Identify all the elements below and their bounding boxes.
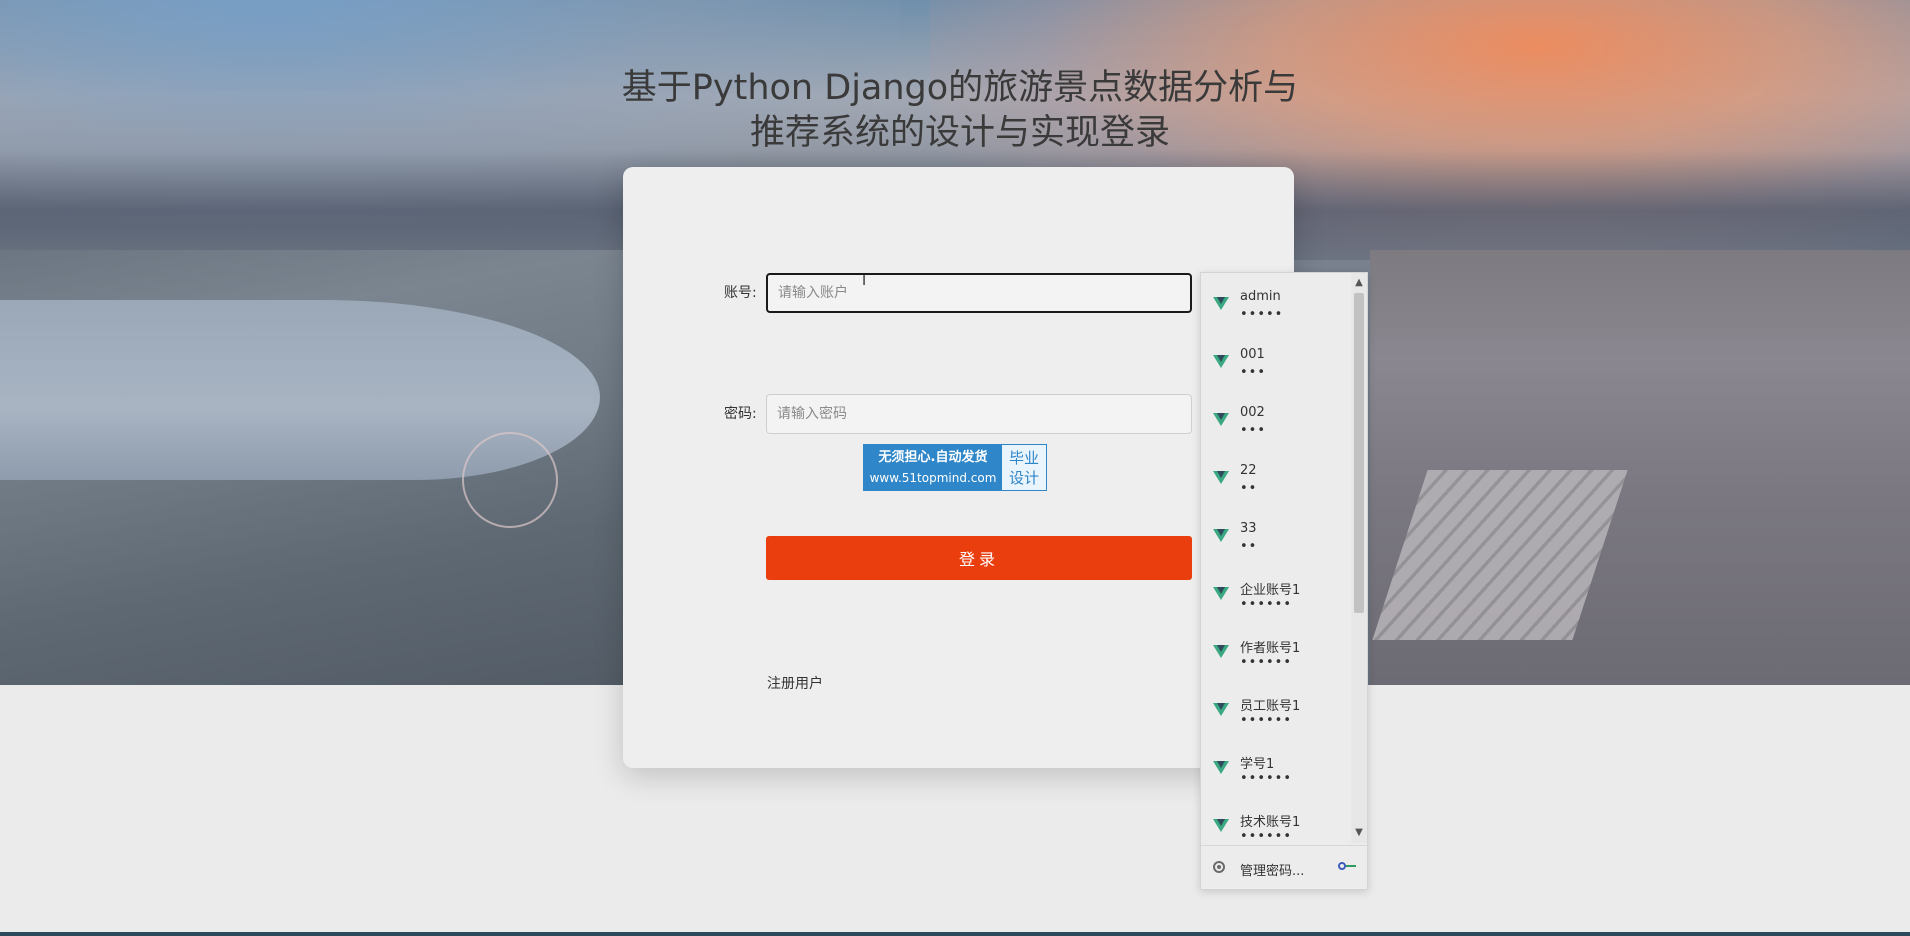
saved-username: 员工账号1 [1240,699,1301,714]
key-ring [1338,862,1346,870]
promo-tag-line2: 设计 [1008,469,1039,487]
saved-username: 002 [1240,405,1265,420]
register-link[interactable]: 注册用户 [767,673,823,693]
account-input[interactable] [766,273,1192,313]
scroll-down-icon[interactable]: ▼ [1351,825,1367,841]
saved-username: 学号1 [1240,757,1275,772]
promo-url: www.51topmind.com [869,471,997,485]
saved-credential-item[interactable]: admin ••••• [1201,277,1351,335]
vue-logo-icon [1213,819,1229,832]
promo-badge[interactable]: 无须担心.自动发货 www.51topmind.com 毕业 设计 [863,444,1047,491]
saved-password-mask: •• [1240,481,1258,496]
saved-credential-item[interactable]: 员工账号1 •••••• [1201,683,1351,741]
saved-username: 作者账号1 [1240,641,1301,656]
saved-credential-item[interactable]: 002 ••• [1201,393,1351,451]
manage-passwords-row[interactable]: 管理密码... [1201,845,1367,890]
key-shaft [1346,865,1356,867]
saved-credential-item[interactable]: 33 •• [1201,509,1351,567]
chrome-icon [1213,861,1225,873]
vue-logo-icon [1213,471,1229,484]
promo-badge-tag: 毕业 设计 [1002,445,1046,490]
saved-username: 企业账号1 [1240,583,1301,598]
vue-logo-icon [1213,297,1229,310]
vue-logo-icon [1213,587,1229,600]
saved-password-mask: •• [1240,539,1258,554]
saved-password-mask: •••••• [1240,829,1293,843]
manage-passwords-label: 管理密码... [1240,864,1305,879]
saved-credential-item[interactable]: 作者账号1 •••••• [1201,625,1351,683]
saved-password-mask: •••••• [1240,713,1293,728]
scrollbar-thumb[interactable] [1354,293,1364,613]
promo-badge-text: 无须担心.自动发货 www.51topmind.com [864,445,1002,490]
key-icon [1338,862,1356,872]
page-title: 基于Python Django的旅游景点数据分析与推荐系统的设计与实现登录 [621,68,1299,153]
saved-password-mask: •••••• [1240,597,1293,612]
saved-password-mask: ••• [1240,365,1267,380]
promo-tag-line1: 毕业 [1008,449,1039,467]
saved-credential-item[interactable]: 22 •• [1201,451,1351,509]
text-cursor-icon: I [862,273,867,289]
saved-password-list: admin ••••• 001 ••• 002 ••• 22 •• 33 •• … [1201,273,1351,843]
vue-logo-icon [1213,761,1229,774]
saved-password-mask: •••••• [1240,771,1293,786]
password-input[interactable] [766,394,1192,434]
ferris-wheel [462,432,558,528]
saved-credential-item[interactable]: 企业账号1 •••••• [1201,567,1351,625]
bottom-taskbar-edge [0,932,1910,936]
saved-username: 22 [1240,463,1257,478]
saved-password-mask: ••• [1240,423,1267,438]
password-label: 密码: [724,406,757,422]
vue-logo-icon [1213,355,1229,368]
saved-username: 技术账号1 [1240,815,1301,830]
login-button[interactable]: 登录 [766,536,1192,580]
saved-credential-item[interactable]: 学号1 •••••• [1201,741,1351,799]
saved-password-popup: admin ••••• 001 ••• 002 ••• 22 •• 33 •• … [1200,272,1368,890]
promo-line1: 无须担心.自动发货 [878,450,988,465]
saved-password-mask: ••••• [1240,307,1284,322]
saved-credential-item[interactable]: 001 ••• [1201,335,1351,393]
popup-scrollbar[interactable]: ▲ ▼ [1351,273,1367,843]
account-label: 账号: [724,285,757,301]
saved-username: 001 [1240,347,1265,362]
saved-username: admin [1240,289,1281,304]
saved-credential-item[interactable]: 技术账号1 •••••• [1201,799,1351,843]
scroll-up-icon[interactable]: ▲ [1351,275,1367,291]
vue-logo-icon [1213,529,1229,542]
vue-logo-icon [1213,703,1229,716]
saved-password-mask: •••••• [1240,655,1293,670]
saved-username: 33 [1240,521,1257,536]
vue-logo-icon [1213,645,1229,658]
vue-logo-icon [1213,413,1229,426]
